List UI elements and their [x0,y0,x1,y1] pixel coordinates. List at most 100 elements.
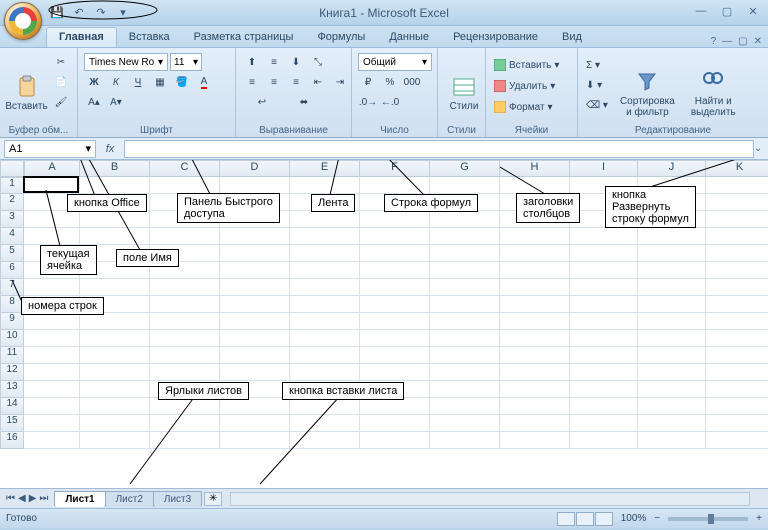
cell[interactable] [500,432,570,449]
sheet-last-icon[interactable]: ⏭ [39,493,48,504]
cell[interactable] [220,398,290,415]
cell[interactable] [430,279,500,296]
number-format-combo[interactable]: Общий▾ [358,53,432,71]
cell[interactable] [430,330,500,347]
column-header[interactable]: G [430,160,500,177]
fx-button[interactable]: fx [100,143,120,155]
cell[interactable] [430,245,500,262]
column-header[interactable]: C [150,160,220,177]
cell[interactable] [638,347,706,364]
expand-formula-bar-icon[interactable]: ⌄ [754,143,766,154]
office-button[interactable] [4,2,42,40]
cell[interactable] [290,194,360,211]
cell[interactable] [150,347,220,364]
cell[interactable] [500,330,570,347]
cell[interactable] [360,313,430,330]
italic-button[interactable]: К [106,73,126,91]
cell[interactable] [500,245,570,262]
cell[interactable] [220,228,290,245]
undo-icon[interactable]: ↶ [70,4,88,22]
cell[interactable] [290,177,360,194]
view-page-break-icon[interactable] [595,512,613,526]
cell[interactable] [706,228,768,245]
row-header[interactable]: 8 [0,296,24,313]
cell[interactable] [220,432,290,449]
cell[interactable] [430,296,500,313]
cell[interactable] [290,296,360,313]
format-cells-button[interactable]: Формат ▾ [492,98,561,116]
cell[interactable] [24,245,80,262]
cell[interactable] [430,262,500,279]
cell[interactable] [570,364,638,381]
cell[interactable] [360,364,430,381]
grow-font-icon[interactable]: A▴ [84,93,104,111]
cell[interactable] [220,245,290,262]
cell[interactable] [430,228,500,245]
cell[interactable] [24,364,80,381]
cell[interactable] [706,398,768,415]
cell[interactable] [360,398,430,415]
wrap-text-icon[interactable]: ↩ [242,93,282,111]
cell[interactable] [220,279,290,296]
cell[interactable] [80,364,150,381]
cell[interactable] [706,347,768,364]
cell[interactable] [24,296,80,313]
cell[interactable] [360,279,430,296]
cell[interactable] [150,415,220,432]
cell[interactable] [290,381,360,398]
name-box[interactable]: A1▾ [4,140,96,158]
cell[interactable] [80,432,150,449]
cell[interactable] [706,432,768,449]
qat-more-icon[interactable]: ▾ [114,4,132,22]
row-header[interactable]: 11 [0,347,24,364]
align-center-icon[interactable]: ≡ [264,73,284,91]
cell[interactable] [638,364,706,381]
maximize-icon[interactable]: ▢ [718,3,736,19]
cell[interactable] [570,381,638,398]
cell[interactable] [80,245,150,262]
currency-icon[interactable]: ₽ [358,73,378,91]
column-header[interactable]: H [500,160,570,177]
zoom-level[interactable]: 100% [621,513,647,524]
column-header[interactable]: I [570,160,638,177]
row-header[interactable]: 1 [0,177,24,194]
cell[interactable] [150,364,220,381]
cell[interactable] [430,177,500,194]
cell[interactable] [80,381,150,398]
column-header[interactable]: J [638,160,706,177]
cell[interactable] [80,330,150,347]
copy-icon[interactable]: 📄 [51,73,71,91]
cell[interactable] [500,228,570,245]
cell[interactable] [24,262,80,279]
cell[interactable] [24,347,80,364]
format-painter-icon[interactable]: 🖌 [51,93,71,111]
save-icon[interactable]: 💾 [48,4,66,22]
row-header[interactable]: 3 [0,211,24,228]
cell[interactable] [500,364,570,381]
cell[interactable] [220,296,290,313]
cell[interactable] [150,381,220,398]
cell[interactable] [430,194,500,211]
cell[interactable] [430,211,500,228]
cell[interactable] [500,262,570,279]
cell[interactable] [638,177,706,194]
column-header[interactable]: B [80,160,150,177]
cell[interactable] [24,194,80,211]
cell[interactable] [80,415,150,432]
cell[interactable] [150,296,220,313]
bold-button[interactable]: Ж [84,73,104,91]
cell[interactable] [360,194,430,211]
tab-insert[interactable]: Вставка [117,28,182,47]
cell[interactable] [80,313,150,330]
row-header[interactable]: 5 [0,245,24,262]
close-ribbon-icon[interactable]: ✕ [754,36,762,47]
cell[interactable] [360,245,430,262]
cell[interactable] [220,415,290,432]
sheet-tab-2[interactable]: Лист2 [105,491,154,507]
column-header[interactable]: K [706,160,768,177]
cell[interactable] [220,194,290,211]
font-color-button[interactable]: A [194,73,214,91]
new-sheet-button[interactable]: ✳ [204,492,222,506]
cell[interactable] [290,279,360,296]
increase-decimal-icon[interactable]: .0→ [358,93,378,111]
